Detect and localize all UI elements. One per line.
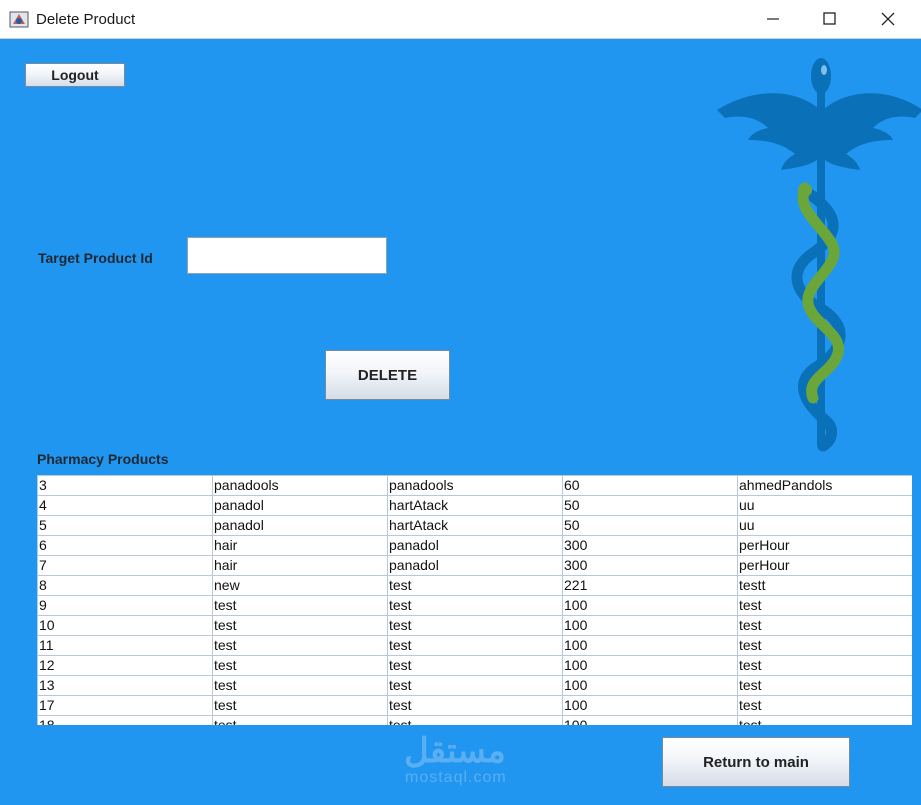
table-cell[interactable]: perHour <box>737 535 912 556</box>
table-cell[interactable]: 300 <box>562 555 738 576</box>
java-app-icon <box>9 11 29 28</box>
table-cell[interactable]: panadol <box>212 495 388 516</box>
table-cell[interactable]: panadools <box>212 475 388 496</box>
table-cell[interactable]: 60 <box>562 475 738 496</box>
close-icon <box>881 12 895 26</box>
table-cell[interactable]: new <box>212 575 388 596</box>
table-cell[interactable]: 18 <box>37 715 213 725</box>
table-cell[interactable]: test <box>737 615 912 636</box>
table-cell[interactable]: 6 <box>37 535 213 556</box>
table-cell[interactable]: test <box>212 715 388 725</box>
return-to-main-button[interactable]: Return to main <box>662 737 850 787</box>
table-cell[interactable]: 17 <box>37 695 213 716</box>
target-product-id-input[interactable] <box>187 237 387 274</box>
table-row[interactable]: 3 panadools panadools 60 ahmedPandols <box>37 475 912 496</box>
minimize-button[interactable] <box>744 0 802 38</box>
table-cell[interactable]: test <box>387 655 563 676</box>
table-cell[interactable]: panadol <box>387 555 563 576</box>
minimize-icon <box>767 18 779 20</box>
table-cell[interactable]: 100 <box>562 695 738 716</box>
window-title: Delete Product <box>36 11 136 28</box>
table-cell[interactable]: test <box>387 635 563 656</box>
table-cell[interactable]: 3 <box>37 475 213 496</box>
table-cell[interactable]: uu <box>737 495 912 516</box>
table-cell[interactable]: test <box>212 615 388 636</box>
table-cell[interactable]: perHour <box>737 555 912 576</box>
table-cell[interactable]: 100 <box>562 615 738 636</box>
table-cell[interactable]: test <box>387 695 563 716</box>
table-cell[interactable]: test <box>212 595 388 616</box>
table-cell[interactable]: 11 <box>37 635 213 656</box>
table-cell[interactable]: 10 <box>37 615 213 636</box>
table-cell[interactable]: hartAtack <box>387 495 563 516</box>
table-cell[interactable]: panadol <box>212 515 388 536</box>
table-cell[interactable]: 100 <box>562 675 738 696</box>
table-cell[interactable]: panadol <box>387 535 563 556</box>
table-row[interactable]: 18 test test 100 test <box>37 715 912 725</box>
table-cell[interactable]: 50 <box>562 495 738 516</box>
table-cell[interactable]: test <box>387 615 563 636</box>
table-cell[interactable]: ahmedPandols <box>737 475 912 496</box>
table-row[interactable]: 5 panadol hartAtack 50 uu <box>37 515 912 536</box>
table-cell[interactable]: 8 <box>37 575 213 596</box>
table-cell[interactable]: 9 <box>37 595 213 616</box>
table-row[interactable]: 9 test test 100 test <box>37 595 912 616</box>
table-cell[interactable]: 100 <box>562 715 738 725</box>
table-row[interactable]: 4 panadol hartAtack 50 uu <box>37 495 912 516</box>
table-cell[interactable]: 100 <box>562 655 738 676</box>
table-cell[interactable]: test <box>737 655 912 676</box>
target-product-id-label: Target Product Id <box>38 250 153 266</box>
table-row[interactable]: 6 hair panadol 300 perHour <box>37 535 912 556</box>
table-cell[interactable]: 7 <box>37 555 213 576</box>
table-cell[interactable]: 5 <box>37 515 213 536</box>
table-cell[interactable]: test <box>737 635 912 656</box>
table-cell[interactable]: 221 <box>562 575 738 596</box>
products-table[interactable]: 3 panadools panadools 60 ahmedPandols 4 panado… <box>37 475 912 725</box>
title-bar: Delete Product <box>0 0 921 39</box>
table-cell[interactable]: test <box>212 675 388 696</box>
table-row[interactable]: 8 new test 221 testt <box>37 575 912 596</box>
table-cell[interactable]: test <box>212 655 388 676</box>
table-cell[interactable]: 50 <box>562 515 738 536</box>
table-row[interactable]: 13 test test 100 test <box>37 675 912 696</box>
table-cell[interactable]: 100 <box>562 595 738 616</box>
table-cell[interactable]: test <box>212 695 388 716</box>
table-cell[interactable]: test <box>737 715 912 725</box>
table-cell[interactable]: 100 <box>562 635 738 656</box>
delete-button[interactable]: DELETE <box>325 350 450 400</box>
table-row[interactable]: 11 test test 100 test <box>37 635 912 656</box>
table-cell[interactable]: testt <box>737 575 912 596</box>
table-cell[interactable]: test <box>387 715 563 725</box>
products-table-title: Pharmacy Products <box>37 451 169 467</box>
table-cell[interactable]: 300 <box>562 535 738 556</box>
table-cell[interactable]: 4 <box>37 495 213 516</box>
table-cell[interactable]: test <box>737 675 912 696</box>
table-cell[interactable]: panadools <box>387 475 563 496</box>
table-cell[interactable]: test <box>387 575 563 596</box>
mostaql-watermark: مستقل mostaql.com <box>390 729 530 789</box>
watermark-arabic: مستقل <box>404 732 506 770</box>
caduceus-logo-icon <box>717 58 921 452</box>
watermark-latin: mostaql.com <box>405 769 507 786</box>
table-cell[interactable]: hair <box>212 535 388 556</box>
table-row[interactable]: 7 hair panadol 300 perHour <box>37 555 912 576</box>
table-cell[interactable]: test <box>212 635 388 656</box>
table-cell[interactable]: 13 <box>37 675 213 696</box>
main-panel: Logout Target Product Id DELETE Pharmacy… <box>0 39 921 805</box>
table-cell[interactable]: test <box>737 695 912 716</box>
table-cell[interactable]: hartAtack <box>387 515 563 536</box>
table-cell[interactable]: uu <box>737 515 912 536</box>
table-cell[interactable]: test <box>737 595 912 616</box>
table-cell[interactable]: 12 <box>37 655 213 676</box>
maximize-icon <box>823 12 836 25</box>
close-button[interactable] <box>859 0 917 38</box>
table-row[interactable]: 12 test test 100 test <box>37 655 912 676</box>
logout-button[interactable]: Logout <box>25 63 125 87</box>
table-cell[interactable]: test <box>387 595 563 616</box>
table-row[interactable]: 17 test test 100 test <box>37 695 912 716</box>
maximize-button[interactable] <box>801 0 859 38</box>
table-row[interactable]: 10 test test 100 test <box>37 615 912 636</box>
table-cell[interactable]: test <box>387 675 563 696</box>
table-cell[interactable]: hair <box>212 555 388 576</box>
